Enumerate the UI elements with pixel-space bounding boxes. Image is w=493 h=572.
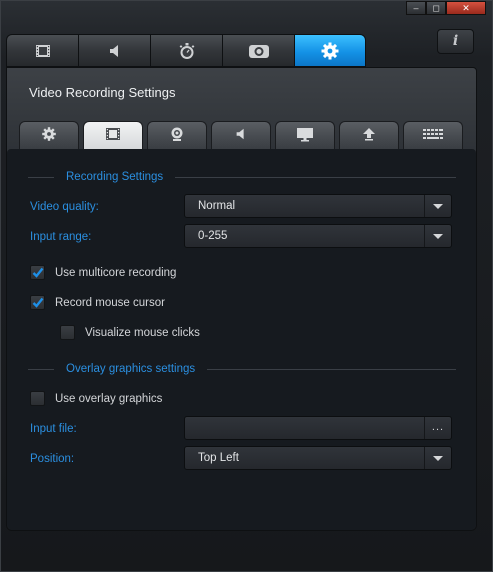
divider bbox=[175, 176, 456, 178]
chevron-down-icon[interactable] bbox=[424, 195, 451, 217]
section-title: Recording Settings bbox=[66, 171, 164, 183]
use-overlay-label: Use overlay graphics bbox=[55, 392, 163, 405]
gear-icon bbox=[320, 41, 340, 61]
mouse-clicks-label: Visualize mouse clicks bbox=[85, 326, 200, 339]
subtab-video[interactable] bbox=[83, 121, 143, 149]
close-button[interactable]: ✕ bbox=[446, 1, 486, 15]
settings-panel: Video Recording Settings Recording Setti… bbox=[6, 67, 477, 531]
position-value: Top Left bbox=[198, 452, 239, 464]
multicore-label: Use multicore recording bbox=[55, 266, 177, 279]
input-range-value: 0-255 bbox=[198, 230, 228, 242]
film-icon bbox=[105, 127, 121, 144]
stopwatch-icon bbox=[177, 41, 197, 61]
speaker-icon bbox=[107, 43, 123, 59]
main-tab-bar bbox=[6, 34, 366, 67]
panel-title: Video Recording Settings bbox=[29, 85, 176, 100]
mouse-cursor-label: Record mouse cursor bbox=[55, 296, 165, 309]
subtab-hotkeys[interactable] bbox=[403, 121, 463, 149]
checkmark-icon bbox=[32, 297, 43, 308]
tab-settings[interactable] bbox=[294, 34, 366, 67]
input-range-label: Input range: bbox=[30, 231, 92, 243]
settings-content: Recording Settings Video quality: Normal… bbox=[7, 149, 476, 530]
sub-tab-bar bbox=[19, 121, 467, 149]
position-dropdown[interactable]: Top Left bbox=[184, 446, 452, 470]
restore-button[interactable]: ◻ bbox=[426, 1, 446, 15]
subtab-screen[interactable] bbox=[275, 121, 335, 149]
use-overlay-checkbox[interactable] bbox=[30, 391, 45, 406]
tab-video[interactable] bbox=[6, 34, 78, 67]
position-label: Position: bbox=[30, 453, 75, 465]
recording-settings-header: Recording Settings bbox=[28, 170, 456, 184]
divider bbox=[28, 176, 54, 178]
divider bbox=[207, 368, 456, 370]
app-window: – ◻ ✕ i Video Recording Settings Recordi… bbox=[0, 0, 493, 572]
keyboard-icon bbox=[422, 128, 444, 143]
chevron-down-icon[interactable] bbox=[424, 225, 451, 247]
mouse-clicks-checkbox[interactable] bbox=[60, 325, 75, 340]
upload-icon bbox=[362, 127, 376, 144]
chevron-down-icon[interactable] bbox=[424, 447, 451, 469]
monitor-icon bbox=[296, 126, 314, 145]
multicore-checkbox[interactable] bbox=[30, 265, 45, 280]
subtab-audio[interactable] bbox=[211, 121, 271, 149]
video-quality-value: Normal bbox=[198, 200, 236, 212]
mouse-clicks-row: Visualize mouse clicks bbox=[60, 325, 200, 340]
window-controls: – ◻ ✕ bbox=[406, 1, 486, 15]
speaker-icon bbox=[234, 127, 248, 144]
video-quality-label: Video quality: bbox=[30, 201, 99, 213]
camera-icon bbox=[248, 43, 270, 59]
film-icon bbox=[35, 44, 51, 58]
tab-screenshot[interactable] bbox=[222, 34, 294, 67]
subtab-webcam[interactable] bbox=[147, 121, 207, 149]
checkmark-icon bbox=[32, 267, 43, 278]
webcam-icon bbox=[169, 126, 185, 145]
minimize-button[interactable]: – bbox=[406, 1, 426, 15]
gear-icon bbox=[41, 126, 57, 145]
divider bbox=[28, 368, 54, 370]
info-button[interactable]: i bbox=[437, 29, 474, 54]
input-range-dropdown[interactable]: 0-255 bbox=[184, 224, 452, 248]
input-file-field[interactable]: ... bbox=[184, 416, 452, 440]
use-overlay-row: Use overlay graphics bbox=[30, 391, 162, 406]
subtab-general[interactable] bbox=[19, 121, 79, 149]
input-file-label: Input file: bbox=[30, 423, 77, 435]
subtab-upload[interactable] bbox=[339, 121, 399, 149]
multicore-row: Use multicore recording bbox=[30, 265, 176, 280]
browse-button[interactable]: ... bbox=[424, 417, 451, 439]
mouse-cursor-row: Record mouse cursor bbox=[30, 295, 165, 310]
section-title: Overlay graphics settings bbox=[66, 363, 196, 375]
tab-audio[interactable] bbox=[78, 34, 150, 67]
tab-timer[interactable] bbox=[150, 34, 222, 67]
mouse-cursor-checkbox[interactable] bbox=[30, 295, 45, 310]
overlay-settings-header: Overlay graphics settings bbox=[28, 362, 456, 376]
video-quality-dropdown[interactable]: Normal bbox=[184, 194, 452, 218]
